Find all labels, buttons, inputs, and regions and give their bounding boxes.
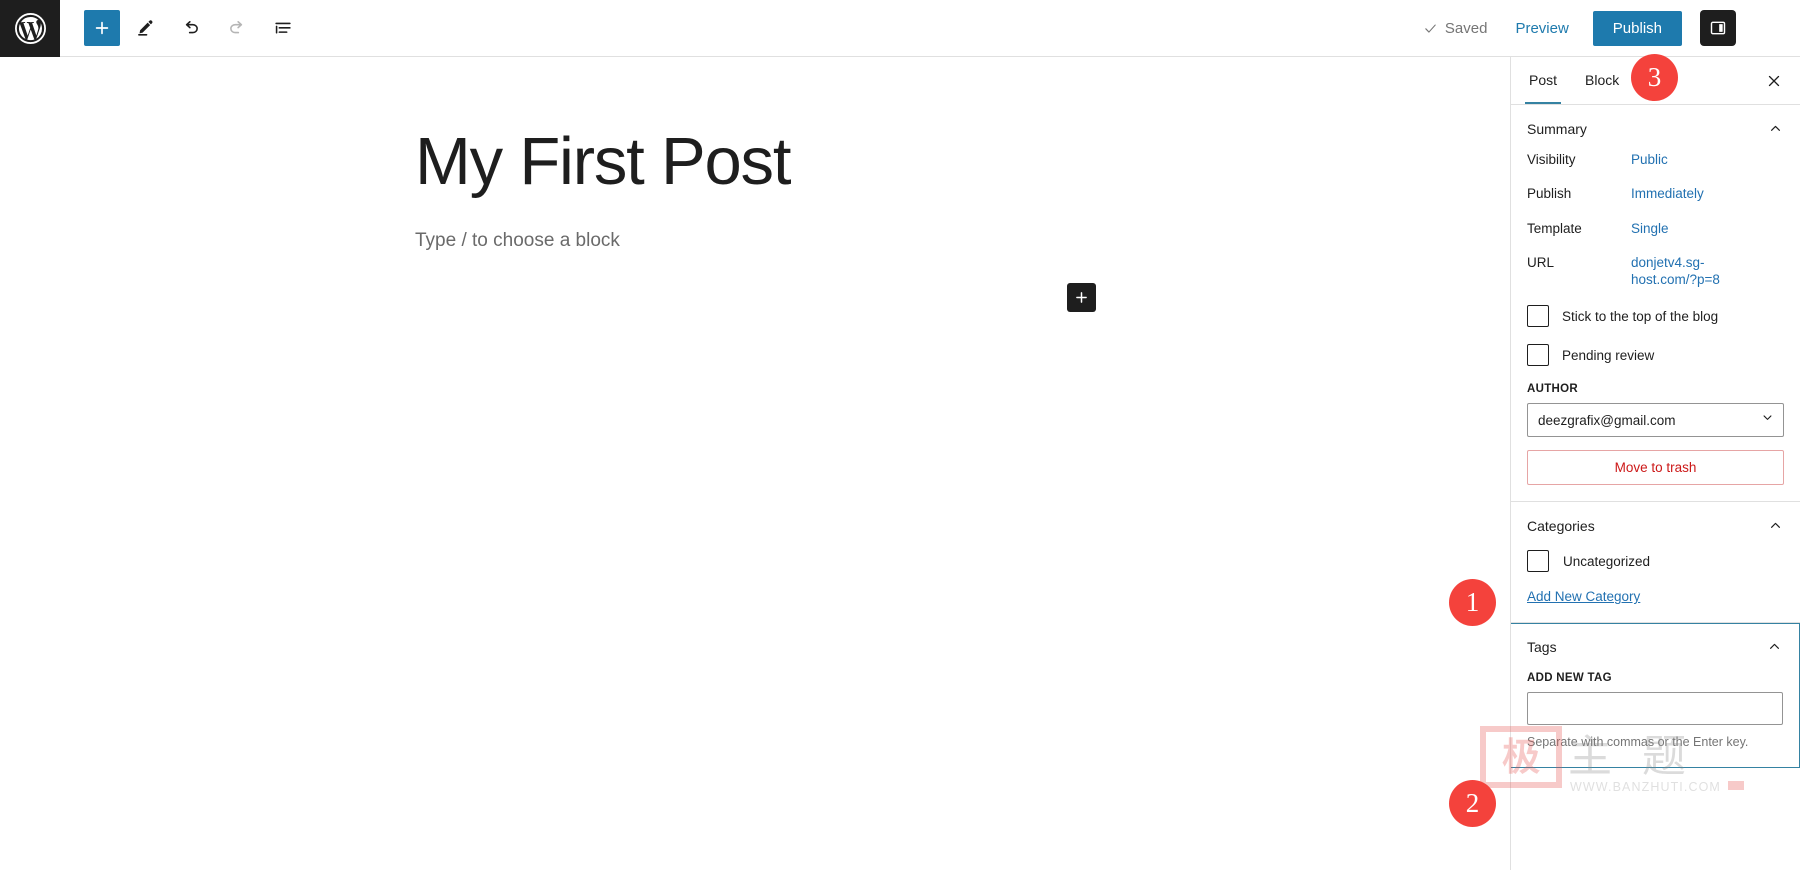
publish-label: Publish xyxy=(1527,186,1572,202)
close-sidebar-button[interactable] xyxy=(1756,63,1792,99)
wordpress-block-editor: Saved Preview Publish My First Post Type… xyxy=(0,0,1800,870)
publish-button[interactable]: Publish xyxy=(1592,10,1682,46)
plus-icon xyxy=(1076,292,1087,303)
summary-panel-title: Summary xyxy=(1527,120,1587,137)
categories-panel: Categories Uncategorized Add New Categor… xyxy=(1511,502,1800,624)
template-value[interactable]: Single xyxy=(1631,220,1735,237)
pencil-icon xyxy=(138,20,153,36)
url-value[interactable]: donjetv4.sg-host.com/?p=8 xyxy=(1631,254,1735,289)
uncategorized-checkbox[interactable] xyxy=(1527,550,1549,573)
add-new-category-link[interactable]: Add New Category xyxy=(1527,589,1640,604)
saved-label: Saved xyxy=(1444,19,1488,37)
publish-value[interactable]: Immediately xyxy=(1631,185,1735,202)
visibility-label: Visibility xyxy=(1527,152,1576,167)
undo-button[interactable] xyxy=(170,7,212,49)
saved-status: Saved xyxy=(1415,20,1496,37)
summary-row-url: URL donjetv4.sg-host.com/?p=8 xyxy=(1527,254,1784,289)
post-title-input[interactable]: My First Post xyxy=(415,125,791,199)
author-select-wrapper: deezgrafix@gmail.com xyxy=(1527,403,1784,438)
more-options-button[interactable] xyxy=(1748,10,1784,46)
template-label: Template xyxy=(1527,220,1582,236)
sticky-post-row: Stick to the top of the blog xyxy=(1527,305,1784,328)
categories-panel-body: Uncategorized Add New Category xyxy=(1511,550,1800,622)
redo-arrow-icon xyxy=(230,20,243,34)
chevron-up-icon xyxy=(1766,638,1783,655)
list-view-button[interactable] xyxy=(262,7,304,49)
pending-review-checkbox[interactable] xyxy=(1527,344,1549,367)
categories-panel-header[interactable]: Categories xyxy=(1511,502,1800,548)
pending-review-label: Pending review xyxy=(1562,347,1655,363)
summary-row-publish: Publish Immediately xyxy=(1527,185,1784,202)
tags-panel-title: Tags xyxy=(1527,638,1557,655)
author-field-label: AUTHOR xyxy=(1527,383,1578,396)
settings-panel-icon xyxy=(1710,21,1726,35)
undo-arrow-icon xyxy=(185,20,198,34)
chevron-up-icon xyxy=(1767,120,1784,137)
tags-panel-header[interactable]: Tags xyxy=(1511,624,1799,668)
preview-button[interactable]: Preview xyxy=(1501,12,1582,45)
wordpress-logo-icon[interactable] xyxy=(0,0,60,57)
checkmark-icon xyxy=(1425,24,1436,33)
editor-top-bar: Saved Preview Publish xyxy=(0,0,1800,57)
visibility-value[interactable]: Public xyxy=(1631,151,1735,168)
sticky-post-label: Stick to the top of the blog xyxy=(1562,308,1719,324)
summary-row-visibility: Visibility Public xyxy=(1527,151,1784,168)
summary-panel: Summary Visibility Public Publish Immedi… xyxy=(1511,105,1800,503)
settings-sidebar: Post Block Summary Visibility Public Pub… xyxy=(1510,57,1800,870)
pending-review-row: Pending review xyxy=(1527,344,1784,367)
plus-icon xyxy=(95,21,109,35)
summary-panel-body: Visibility Public Publish Immediately Te… xyxy=(1511,151,1800,501)
editor-canvas: My First Post Type / to choose a block xyxy=(0,57,1510,870)
close-icon xyxy=(1768,75,1780,86)
tab-post[interactable]: Post xyxy=(1515,57,1571,104)
redo-button[interactable] xyxy=(216,7,258,49)
editor-toolbar-left xyxy=(60,7,304,49)
uncategorized-label: Uncategorized xyxy=(1563,553,1651,569)
tags-help-text: Separate with commas or the Enter key. xyxy=(1527,735,1749,750)
categories-panel-title: Categories xyxy=(1527,517,1595,534)
url-label: URL xyxy=(1527,254,1555,270)
tags-panel: Tags ADD NEW TAG Separate with commas or… xyxy=(1511,623,1800,769)
add-new-tag-input[interactable] xyxy=(1527,692,1783,726)
step-badge-3: 3 xyxy=(1631,54,1678,101)
move-to-trash-button[interactable]: Move to trash xyxy=(1527,450,1784,486)
step-badge-1: 1 xyxy=(1449,579,1496,626)
category-item-uncategorized: Uncategorized xyxy=(1527,550,1784,573)
step-badge-2: 2 xyxy=(1449,780,1496,827)
sticky-post-checkbox[interactable] xyxy=(1527,305,1549,328)
tools-pencil-button[interactable] xyxy=(124,7,166,49)
inline-block-inserter-button[interactable] xyxy=(1067,283,1096,312)
author-select[interactable]: deezgrafix@gmail.com xyxy=(1527,403,1784,438)
block-inserter-button[interactable] xyxy=(84,10,120,46)
editor-toolbar-right: Saved Preview Publish xyxy=(1415,10,1800,46)
chevron-up-icon xyxy=(1767,517,1784,534)
settings-sidebar-toggle-button[interactable] xyxy=(1700,10,1736,46)
add-new-tag-label: ADD NEW TAG xyxy=(1527,672,1612,685)
tags-panel-body: ADD NEW TAG Separate with commas or the … xyxy=(1511,672,1799,767)
summary-panel-header[interactable]: Summary xyxy=(1511,105,1800,151)
tab-block[interactable]: Block xyxy=(1571,57,1633,104)
empty-block-placeholder[interactable]: Type / to choose a block xyxy=(415,230,620,252)
list-view-icon xyxy=(275,22,291,34)
summary-row-template: Template Single xyxy=(1527,220,1784,237)
